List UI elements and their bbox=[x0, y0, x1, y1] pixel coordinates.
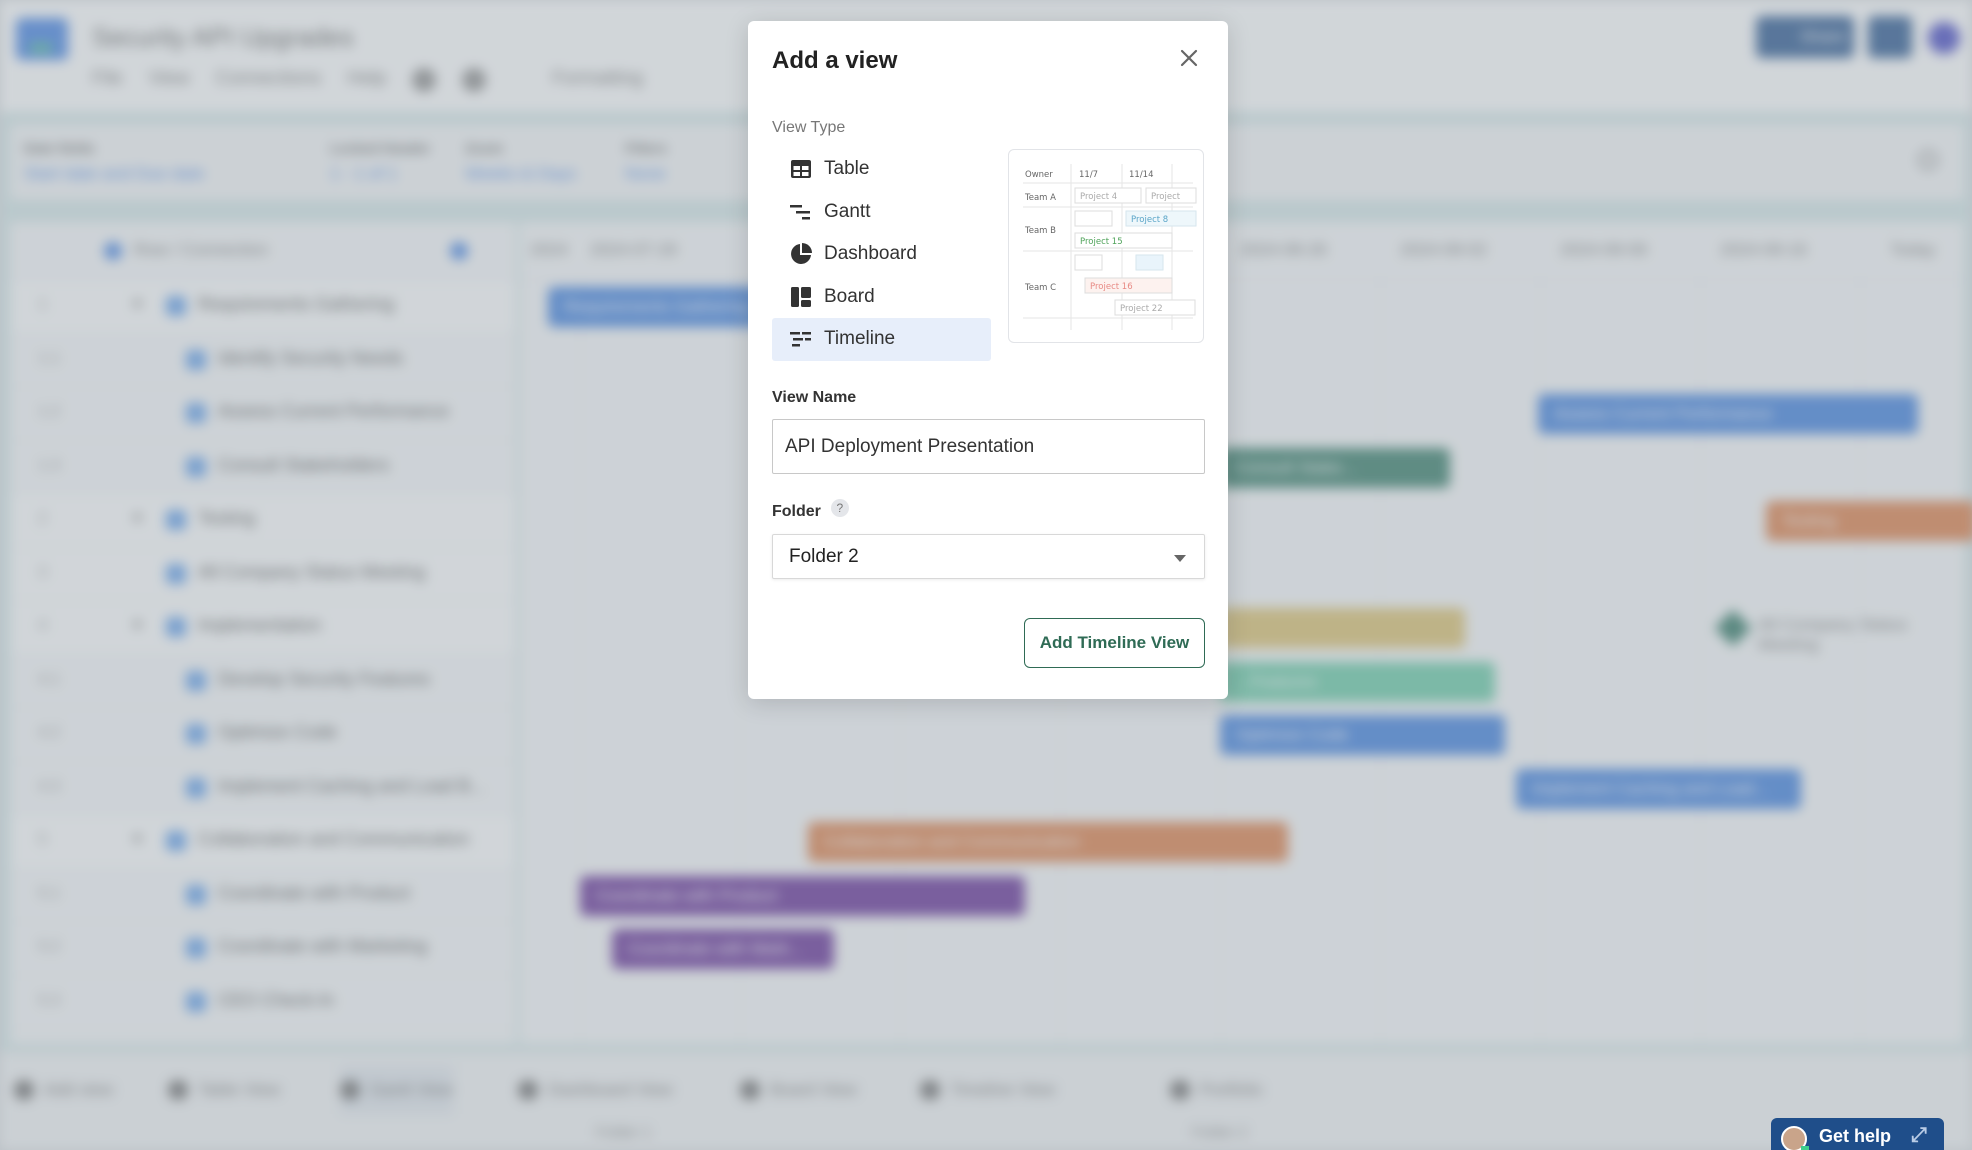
help-icon[interactable]: ? bbox=[830, 499, 849, 517]
view-type-dashboard[interactable]: Dashboard bbox=[772, 233, 991, 276]
preview-project: Project bbox=[1151, 192, 1181, 202]
gantt-icon bbox=[790, 201, 812, 223]
preview-project: Project 22 bbox=[1120, 304, 1163, 314]
add-timeline-view-button[interactable]: Add Timeline View bbox=[1024, 618, 1205, 668]
view-name-input[interactable] bbox=[772, 419, 1205, 474]
folder-label: Folder? bbox=[772, 499, 849, 521]
preview-owner-header: Owner bbox=[1025, 170, 1053, 180]
close-button[interactable] bbox=[1176, 45, 1202, 71]
preview-date: 11/14 bbox=[1129, 170, 1154, 180]
view-type-table[interactable]: Table bbox=[772, 148, 991, 191]
folder-select[interactable]: Folder 2 bbox=[772, 534, 1205, 579]
preview-team: Team A bbox=[1024, 193, 1056, 203]
dashboard-icon bbox=[790, 243, 812, 265]
preview-date: 11/7 bbox=[1079, 170, 1098, 180]
preview-team: Team B bbox=[1024, 226, 1056, 236]
view-type-board[interactable]: Board bbox=[772, 276, 991, 319]
expand-icon: ⤢ bbox=[1911, 1124, 1927, 1146]
preview-project: Project 8 bbox=[1131, 215, 1168, 225]
view-type-gantt[interactable]: Gantt bbox=[772, 191, 991, 234]
preview-project: Project 16 bbox=[1090, 282, 1133, 292]
dialog-title: Add a view bbox=[772, 47, 898, 74]
table-icon bbox=[790, 158, 812, 180]
view-name-label: View Name bbox=[772, 389, 857, 406]
get-help-button[interactable]: Get help ⤢ bbox=[1771, 1118, 1944, 1150]
support-avatar bbox=[1781, 1126, 1809, 1150]
timeline-preview-image: Owner 11/7 11/14 Team A Team B Team C Pr… bbox=[1023, 164, 1197, 330]
preview-project: Project 15 bbox=[1080, 237, 1123, 247]
board-icon bbox=[790, 286, 812, 308]
preview-project: Project 4 bbox=[1080, 192, 1117, 202]
view-preview: Owner 11/7 11/14 Team A Team B Team C Pr… bbox=[1008, 149, 1204, 343]
preview-team: Team C bbox=[1024, 283, 1056, 293]
view-type-list: Table Gantt Dashboard Board Timeline bbox=[772, 148, 991, 361]
chevron-down-icon bbox=[1174, 555, 1186, 562]
add-view-dialog: Add a view View Type Table Gantt Dashboa… bbox=[748, 21, 1228, 699]
view-type-timeline[interactable]: Timeline bbox=[772, 318, 991, 361]
timeline-icon bbox=[790, 328, 812, 350]
view-type-label: View Type bbox=[772, 119, 846, 136]
close-icon bbox=[1180, 49, 1198, 67]
